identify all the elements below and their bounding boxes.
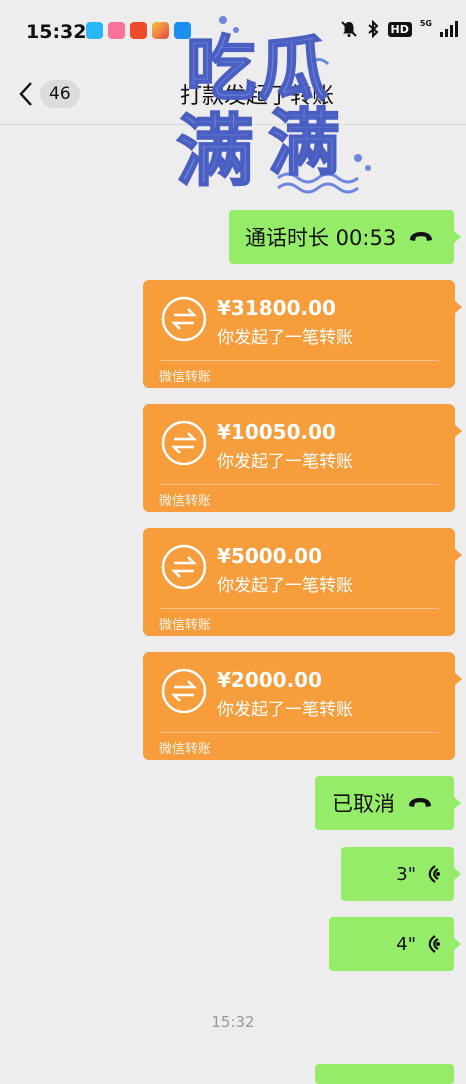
transfer-exchange-icon [161,668,207,714]
transfer-exchange-icon [161,544,207,590]
call-duration-message[interactable]: 通话时长 00:53 [229,210,461,264]
transfer-card[interactable]: ¥10050.00 你发起了一笔转账 微信转账 [143,404,462,512]
message-timestamp: 15:32 [211,1013,255,1031]
transfer-card[interactable]: ¥31800.00 你发起了一笔转账 微信转账 [143,280,462,388]
cancelled-call-message[interactable]: 已取消 [315,776,461,830]
sticker-char-4: 满 [268,101,340,185]
phone-hangup-icon [410,232,433,241]
transfer-card[interactable]: ¥5000.00 你发起了一笔转账 微信转账 [143,528,462,636]
sticker-text: 吃 瓜 满 满 [176,19,356,197]
status-time: 15:32 [26,21,87,43]
voice-duration: 4" [396,933,416,955]
transfer-amount: ¥5000.00 [217,544,323,568]
signal-icon [440,21,458,37]
transfer-amount: ¥2000.00 [217,668,323,692]
transfer-divider [159,732,439,733]
unread-count-badge: 46 [40,80,80,108]
voice-wave-icon [428,935,440,953]
voice-message[interactable]: 3" [341,847,461,901]
transfer-footer: 微信转账 [159,618,212,633]
transfer-footer: 微信转账 [159,494,212,509]
transfer-description: 你发起了一笔转账 [217,452,353,472]
transfer-card[interactable]: ¥2000.00 你发起了一笔转账 微信转账 [143,652,462,760]
transfer-footer: 微信转账 [159,742,212,757]
transfer-amount: ¥31800.00 [217,296,336,320]
voice-wave-icon [428,865,440,883]
transfer-description: 你发起了一笔转账 [217,700,353,720]
transfer-divider [159,484,439,485]
hd-badge: HD [387,21,412,37]
sticker-overlay: 吃 瓜 满 满 [175,16,371,198]
sticker-char-1: 吃 [186,28,256,110]
qq-icon [86,22,103,39]
transfer-divider [159,608,439,609]
transfer-divider [159,360,439,361]
partial-message-bubble[interactable] [315,1064,454,1084]
transfer-exchange-icon [161,420,207,466]
transfer-amount: ¥10050.00 [217,420,336,444]
cancelled-call-text: 已取消 [332,792,395,816]
transfer-footer: 微信转账 [159,370,212,385]
network-label: 5G [419,18,432,28]
transfer-exchange-icon [161,296,207,342]
sticker-char-3: 满 [176,107,254,197]
sticker-char-2: 瓜 [258,28,328,110]
transfer-description: 你发起了一笔转账 [217,328,353,348]
voice-message[interactable]: 4" [329,917,461,971]
back-button[interactable]: 46 [18,76,88,112]
chevron-left-icon [19,82,32,106]
bilibili-icon [108,22,125,39]
phone-hangup-icon [409,798,431,807]
transfer-description: 你发起了一笔转账 [217,576,353,596]
voice-duration: 3" [396,863,416,885]
call-duration-text: 通话时长 00:53 [245,226,397,250]
